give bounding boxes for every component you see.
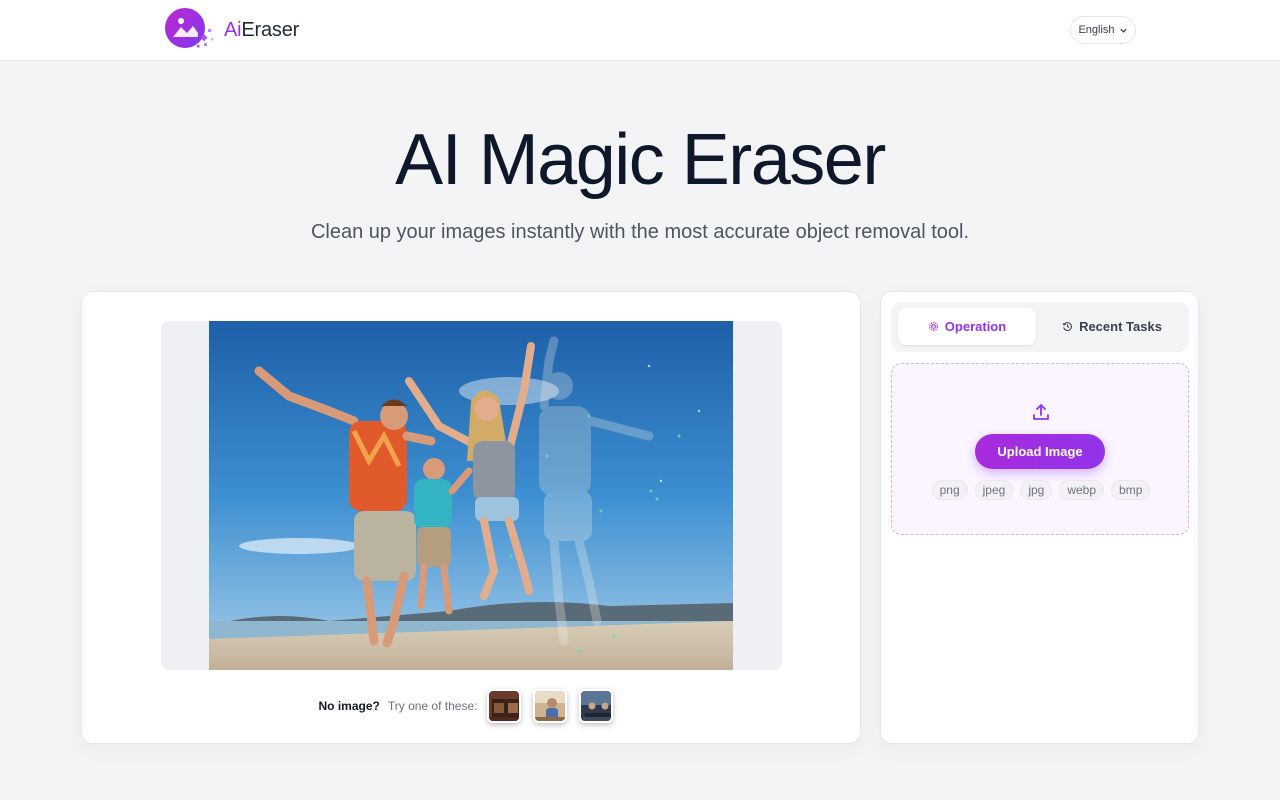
- sample-thumbnail-2[interactable]: [533, 689, 568, 723]
- logo-text-eraser: Eraser: [241, 18, 300, 41]
- gear-icon: [928, 322, 938, 331]
- page-title: AI Magic Eraser: [395, 120, 886, 200]
- format-badge: png: [931, 480, 968, 500]
- upload-icon: [1033, 404, 1049, 420]
- aieraser-logo[interactable]: AiEraser: [164, 7, 299, 51]
- logo-icon: [164, 7, 218, 51]
- demo-image: [209, 321, 733, 670]
- preview-panel: No image? Try one of these:: [81, 291, 861, 744]
- sample-person-icon: [535, 691, 566, 721]
- no-image-label: No image?: [318, 699, 380, 713]
- logo-wordmark: AiEraser: [224, 19, 299, 42]
- format-badge: jpeg: [974, 480, 1014, 500]
- format-badge: webp: [1059, 480, 1105, 500]
- tab-operation[interactable]: Operation: [898, 308, 1036, 345]
- tab-recent-tasks[interactable]: Recent Tasks: [1043, 308, 1181, 345]
- language-label: English: [1078, 24, 1115, 36]
- image-preview-area[interactable]: [161, 321, 782, 670]
- sample-room-icon: [489, 691, 520, 721]
- top-header: AiEraser English: [0, 0, 1280, 61]
- upload-dropzone[interactable]: Upload Image png jpeg jpg webp bmp: [891, 363, 1189, 535]
- format-badge: jpg: [1020, 480, 1053, 500]
- try-label: Try one of these:: [387, 699, 478, 713]
- panel-tabs: Operation Recent Tasks: [891, 302, 1189, 352]
- supported-formats: png jpeg jpg webp bmp: [892, 480, 1190, 500]
- language-selector[interactable]: English: [1070, 16, 1136, 44]
- page-subtitle: Clean up your images instantly with the …: [310, 221, 970, 243]
- sample-thumbnail-1[interactable]: [487, 689, 522, 723]
- chevron-down-icon: [1119, 28, 1127, 33]
- format-badge: bmp: [1111, 480, 1151, 500]
- sample-thumbnail-3[interactable]: [579, 689, 614, 723]
- sample-images-row: No image? Try one of these:: [82, 688, 862, 724]
- upload-image-button[interactable]: Upload Image: [975, 434, 1105, 469]
- sample-office-icon: [581, 691, 612, 721]
- history-icon: [1062, 322, 1072, 331]
- tab-operation-label: Operation: [944, 319, 1007, 334]
- operation-panel: Operation Recent Tasks Upload Image png …: [880, 291, 1199, 744]
- logo-text-ai: Ai: [224, 18, 242, 41]
- tab-recent-tasks-label: Recent Tasks: [1079, 319, 1162, 334]
